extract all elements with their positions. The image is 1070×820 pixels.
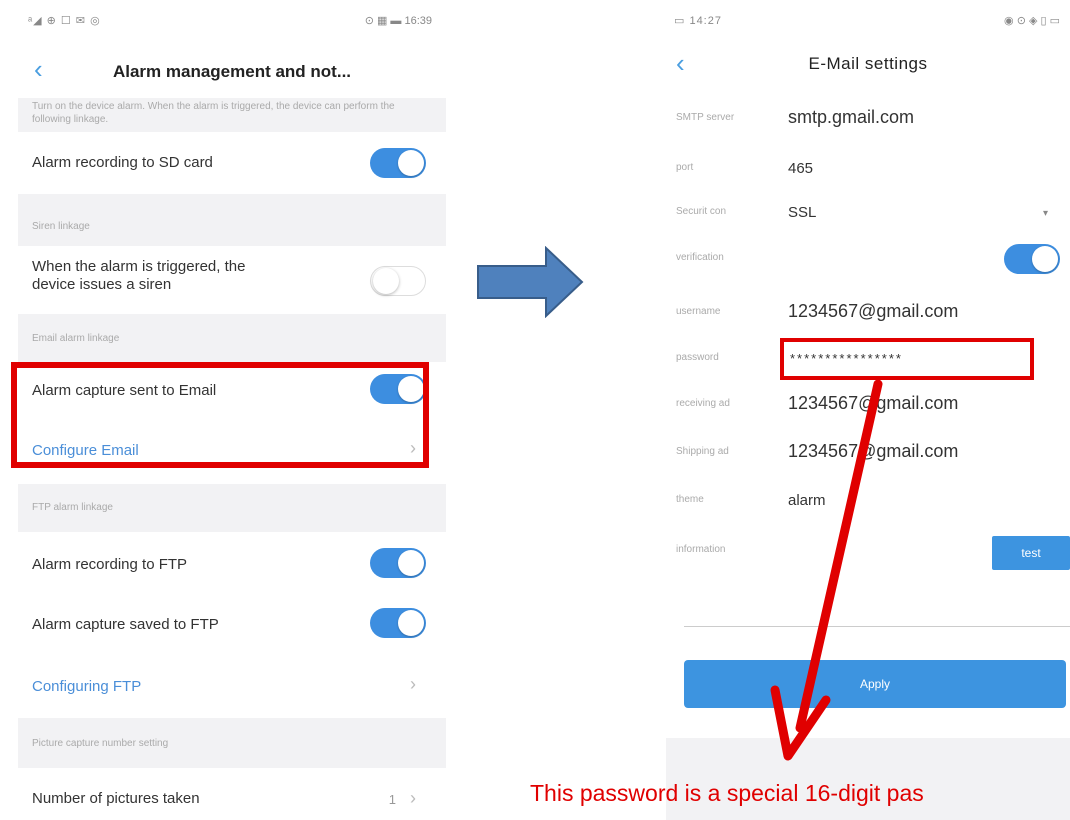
status-icons-left: ᵃ◢ ⊕ ☐ ✉ ◎ [28, 15, 101, 27]
annotation-caption: This password is a special 16-digit pas [530, 780, 924, 806]
status-bar: ᵃ◢ ⊕ ☐ ✉ ◎ ⊙ ▦ ▬ 16:39 [18, 0, 446, 40]
shipping-address-row: Shipping ad 1234567@gmail.com [666, 430, 1070, 478]
pictures-label: Number of pictures taken [32, 790, 200, 807]
email-capture-toggle[interactable] [370, 374, 426, 404]
username-row: username 1234567@gmail.com [666, 290, 1070, 338]
field-label: Shipping ad [676, 446, 729, 457]
configure-email-row[interactable]: Configure Email › [18, 418, 446, 484]
email-section-header: Email alarm linkage [18, 314, 446, 362]
smtp-server-input[interactable]: smtp.gmail.com [788, 107, 914, 128]
configure-ftp-row[interactable]: Configuring FTP › [18, 654, 446, 718]
field-label: theme [676, 494, 704, 505]
siren-label-line1: When the alarm is triggered, the [32, 258, 246, 275]
field-label: receiving ad [676, 398, 730, 409]
nav-bar: ‹ E-Mail settings [666, 40, 1070, 90]
receiving-address-row: receiving ad 1234567@gmail.com [666, 382, 1070, 430]
siren-toggle[interactable] [370, 266, 426, 296]
password-input[interactable]: **************** [790, 351, 903, 366]
field-label: information [676, 544, 726, 555]
status-icons-right: ⊙ ▦ ▬ 16:39 [364, 15, 432, 27]
theme-row: theme alarm [666, 478, 1070, 526]
email-capture-label: Alarm capture sent to Email [32, 382, 217, 399]
arrow-right-icon [477, 246, 584, 318]
ftp-capture-toggle[interactable] [370, 608, 426, 638]
field-label: SMTP server [676, 112, 735, 123]
security-select[interactable]: SSL [788, 204, 816, 221]
username-input[interactable]: 1234567@gmail.com [788, 301, 958, 322]
ftp-capture-row: Alarm capture saved to FTP [18, 594, 446, 654]
pictures-value: 1 [388, 792, 396, 807]
field-label: verification [676, 252, 724, 263]
intro-text: Turn on the device alarm. When the alarm… [18, 98, 446, 132]
ftp-recording-row: Alarm recording to FTP [18, 532, 446, 594]
alarm-management-screen: ᵃ◢ ⊕ ☐ ✉ ◎ ⊙ ▦ ▬ 16:39 ‹ Alarm managemen… [18, 0, 446, 820]
nav-bar: ‹ Alarm management and not... [18, 40, 446, 98]
page-title: Alarm management and not... [112, 62, 352, 81]
alarm-sd-row: Alarm recording to SD card [18, 132, 446, 194]
apply-button[interactable]: Apply [684, 660, 1066, 708]
email-capture-row: Alarm capture sent to Email [18, 362, 446, 418]
page-title: E-Mail settings [808, 54, 928, 73]
security-row[interactable]: Securit con SSL ▾ [666, 190, 1070, 238]
alarm-sd-label: Alarm recording to SD card [32, 154, 213, 171]
pictures-row[interactable]: Number of pictures taken 1 › [18, 768, 446, 820]
port-input[interactable]: 465 [788, 160, 813, 177]
verification-row: verification [666, 236, 1070, 284]
dropdown-caret-icon[interactable]: ▾ [1043, 208, 1048, 219]
configure-ftp-link[interactable]: Configuring FTP [32, 678, 141, 695]
chevron-right-icon: › [410, 438, 416, 458]
configure-email-link[interactable]: Configure Email [32, 442, 139, 459]
siren-label-line2: device issues a siren [32, 276, 172, 293]
chevron-right-icon: › [410, 674, 416, 694]
field-label: password [676, 352, 719, 363]
shipping-address-input[interactable]: 1234567@gmail.com [788, 441, 958, 462]
verification-toggle[interactable] [1004, 244, 1060, 274]
siren-row: When the alarm is triggered, the device … [18, 246, 446, 314]
bottom-panel [666, 738, 1070, 820]
field-label: port [676, 162, 694, 173]
password-row: password **************** [666, 336, 1070, 384]
capture-section-header: Picture capture number setting [18, 718, 446, 768]
status-time: ▭ 14:27 [674, 15, 722, 27]
port-row: port 465 [666, 146, 1070, 194]
receiving-address-input[interactable]: 1234567@gmail.com [788, 393, 958, 414]
divider [684, 626, 1070, 627]
ftp-recording-label: Alarm recording to FTP [32, 556, 188, 573]
ftp-section-header: FTP alarm linkage [18, 484, 446, 532]
information-row: information test [666, 528, 1070, 576]
smtp-server-row: SMTP server smtp.gmail.com [666, 96, 1070, 144]
siren-section-header: Siren linkage [18, 194, 446, 246]
field-label: username [676, 306, 721, 317]
status-icons-right: ◉ ⊙ ◈ ▯ ▭ [1004, 15, 1060, 27]
chevron-right-icon: › [410, 788, 416, 808]
ftp-capture-label: Alarm capture saved to FTP [32, 616, 219, 633]
field-label: Securit con [676, 206, 727, 217]
test-button[interactable]: test [992, 536, 1070, 570]
status-bar: ▭ 14:27 ◉ ⊙ ◈ ▯ ▭ [666, 0, 1070, 40]
alarm-sd-toggle[interactable] [370, 148, 426, 178]
email-settings-screen: ▭ 14:27 ◉ ⊙ ◈ ▯ ▭ ‹ E-Mail settings SMTP… [666, 0, 1070, 820]
theme-input[interactable]: alarm [788, 492, 826, 509]
ftp-recording-toggle[interactable] [370, 548, 426, 578]
